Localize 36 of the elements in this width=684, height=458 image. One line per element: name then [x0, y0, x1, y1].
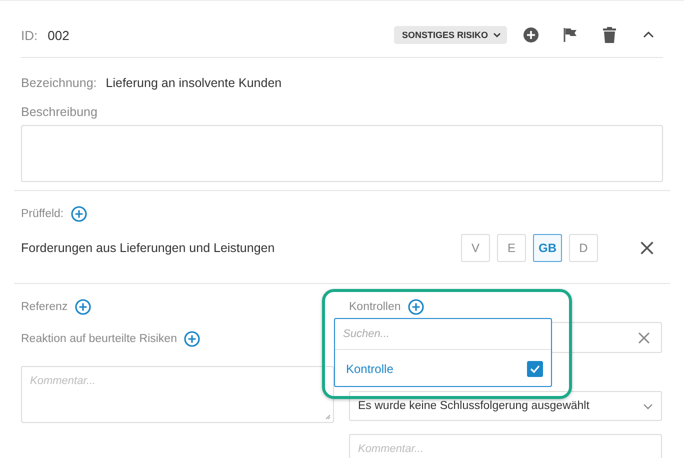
description-field[interactable] — [21, 125, 663, 182]
add-icon[interactable] — [74, 299, 91, 315]
test-field-name: Forderungen aus Lieferungen und Leistungen — [21, 241, 276, 255]
resize-handle-icon[interactable] — [325, 414, 331, 420]
toggle-button[interactable]: GB — [533, 234, 562, 262]
check-icon — [530, 365, 540, 373]
field-value: Lieferung an insolvente Kunden — [106, 76, 282, 90]
add-icon[interactable] — [184, 331, 200, 347]
comment-field[interactable]: Kommentar... — [21, 366, 334, 423]
comment-field[interactable]: Kommentar... — [349, 434, 662, 458]
id-label: ID: — [21, 28, 38, 42]
dropdown-item[interactable]: Kontrolle — [346, 362, 527, 376]
field-label: Kontrollen — [349, 301, 401, 313]
field-label: Bezeichnung: — [21, 76, 97, 90]
checkbox[interactable] — [527, 361, 543, 377]
caret-icon — [643, 402, 653, 410]
field-label: Beschreibung — [21, 105, 98, 119]
flag-icon[interactable] — [563, 27, 577, 43]
add-icon[interactable] — [523, 27, 539, 43]
toggle-button[interactable]: V — [461, 234, 490, 262]
toggle-button[interactable]: E — [497, 234, 526, 262]
add-icon[interactable] — [408, 299, 424, 315]
search-field[interactable]: Suchen... — [335, 319, 551, 350]
clear-icon[interactable] — [637, 330, 651, 344]
collapse-icon[interactable] — [642, 31, 654, 39]
add-icon[interactable] — [70, 206, 87, 222]
toggle-button[interactable]: D — [569, 234, 598, 262]
caret-icon — [493, 32, 501, 38]
trash-icon[interactable] — [602, 27, 616, 43]
id-value: 002 — [48, 28, 70, 42]
close-icon[interactable] — [639, 240, 655, 256]
field-label: Prüffeld: — [21, 208, 64, 220]
field-label: Reaktion auf beurteilte Risiken — [21, 333, 177, 345]
category-dropdown[interactable]: SONSTIGES RISIKO — [394, 26, 507, 44]
conclusion-select[interactable]: Es wurde keine Schlussfolgerung ausgewählt — [349, 391, 662, 421]
field-label: Referenz — [21, 301, 68, 313]
